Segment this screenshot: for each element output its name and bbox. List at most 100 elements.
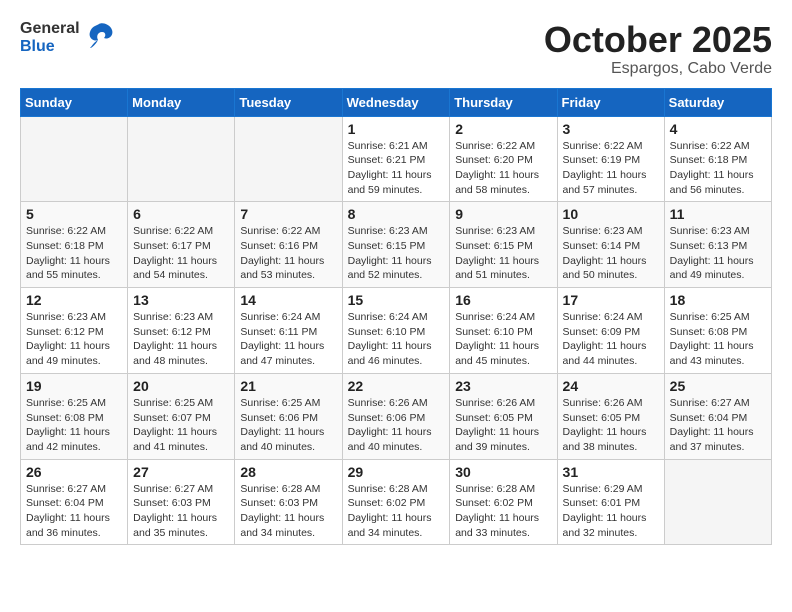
day-number: 1 xyxy=(348,121,445,137)
day-number: 8 xyxy=(348,206,445,222)
calendar-cell: 10 Sunrise: 6:23 AM Sunset: 6:14 PM Dayli… xyxy=(557,202,664,288)
day-number: 19 xyxy=(26,378,122,394)
day-info: Sunrise: 6:27 AM Sunset: 6:04 PM Dayligh… xyxy=(26,482,122,541)
day-number: 20 xyxy=(133,378,229,394)
day-number: 11 xyxy=(670,206,766,222)
day-number: 23 xyxy=(455,378,551,394)
calendar-header-row: SundayMondayTuesdayWednesdayThursdayFrid… xyxy=(21,88,772,116)
day-number: 25 xyxy=(670,378,766,394)
day-number: 27 xyxy=(133,464,229,480)
day-number: 12 xyxy=(26,292,122,308)
day-info: Sunrise: 6:22 AM Sunset: 6:18 PM Dayligh… xyxy=(26,224,122,283)
day-info: Sunrise: 6:29 AM Sunset: 6:01 PM Dayligh… xyxy=(563,482,659,541)
day-number: 24 xyxy=(563,378,659,394)
calendar-cell: 8 Sunrise: 6:23 AM Sunset: 6:15 PM Daylig… xyxy=(342,202,450,288)
day-number: 26 xyxy=(26,464,122,480)
day-info: Sunrise: 6:21 AM Sunset: 6:21 PM Dayligh… xyxy=(348,139,445,198)
month-title: October 2025 xyxy=(544,20,772,60)
day-info: Sunrise: 6:23 AM Sunset: 6:15 PM Dayligh… xyxy=(348,224,445,283)
day-info: Sunrise: 6:24 AM Sunset: 6:10 PM Dayligh… xyxy=(348,310,445,369)
day-number: 5 xyxy=(26,206,122,222)
logo-blue: Blue xyxy=(20,38,80,56)
day-info: Sunrise: 6:25 AM Sunset: 6:08 PM Dayligh… xyxy=(26,396,122,455)
day-info: Sunrise: 6:26 AM Sunset: 6:06 PM Dayligh… xyxy=(348,396,445,455)
calendar-cell: 22 Sunrise: 6:26 AM Sunset: 6:06 PM Dayli… xyxy=(342,373,450,459)
bird-icon xyxy=(84,22,114,54)
day-info: Sunrise: 6:25 AM Sunset: 6:07 PM Dayligh… xyxy=(133,396,229,455)
day-number: 18 xyxy=(670,292,766,308)
calendar-cell: 4Sunrise: 6:22 AM Sunset: 6:18 PM Daylig… xyxy=(664,116,771,202)
header-friday: Friday xyxy=(557,88,664,116)
title-block: October 2025 Espargos, Cabo Verde xyxy=(544,20,772,78)
day-info: Sunrise: 6:22 AM Sunset: 6:20 PM Dayligh… xyxy=(455,139,551,198)
day-number: 13 xyxy=(133,292,229,308)
calendar-cell: 21 Sunrise: 6:25 AM Sunset: 6:06 PM Dayli… xyxy=(235,373,342,459)
logo: General Blue xyxy=(20,20,114,56)
day-info: Sunrise: 6:28 AM Sunset: 6:02 PM Dayligh… xyxy=(455,482,551,541)
day-info: Sunrise: 6:23 AM Sunset: 6:12 PM Dayligh… xyxy=(26,310,122,369)
day-number: 9 xyxy=(455,206,551,222)
day-info: Sunrise: 6:25 AM Sunset: 6:08 PM Dayligh… xyxy=(670,310,766,369)
day-number: 21 xyxy=(240,378,336,394)
calendar-cell: 3Sunrise: 6:22 AM Sunset: 6:19 PM Daylig… xyxy=(557,116,664,202)
day-info: Sunrise: 6:26 AM Sunset: 6:05 PM Dayligh… xyxy=(455,396,551,455)
calendar-cell: 18 Sunrise: 6:25 AM Sunset: 6:08 PM Dayli… xyxy=(664,288,771,374)
day-number: 29 xyxy=(348,464,445,480)
day-info: Sunrise: 6:25 AM Sunset: 6:06 PM Dayligh… xyxy=(240,396,336,455)
calendar-cell: 26 Sunrise: 6:27 AM Sunset: 6:04 PM Dayli… xyxy=(21,459,128,545)
calendar-cell: 25 Sunrise: 6:27 AM Sunset: 6:04 PM Dayli… xyxy=(664,373,771,459)
calendar-cell: 17 Sunrise: 6:24 AM Sunset: 6:09 PM Dayli… xyxy=(557,288,664,374)
day-number: 2 xyxy=(455,121,551,137)
logo-general: General xyxy=(20,20,80,38)
day-number: 14 xyxy=(240,292,336,308)
calendar-week-3: 12 Sunrise: 6:23 AM Sunset: 6:12 PM Dayli… xyxy=(21,288,772,374)
calendar-cell: 5 Sunrise: 6:22 AM Sunset: 6:18 PM Daylig… xyxy=(21,202,128,288)
day-number: 6 xyxy=(133,206,229,222)
calendar-cell: 19 Sunrise: 6:25 AM Sunset: 6:08 PM Dayli… xyxy=(21,373,128,459)
day-number: 10 xyxy=(563,206,659,222)
day-info: Sunrise: 6:26 AM Sunset: 6:05 PM Dayligh… xyxy=(563,396,659,455)
calendar-cell: 6Sunrise: 6:22 AM Sunset: 6:17 PM Daylig… xyxy=(128,202,235,288)
day-number: 30 xyxy=(455,464,551,480)
day-number: 28 xyxy=(240,464,336,480)
calendar-cell: 27 Sunrise: 6:27 AM Sunset: 6:03 PM Dayli… xyxy=(128,459,235,545)
day-info: Sunrise: 6:22 AM Sunset: 6:19 PM Dayligh… xyxy=(563,139,659,198)
day-info: Sunrise: 6:22 AM Sunset: 6:16 PM Dayligh… xyxy=(240,224,336,283)
day-info: Sunrise: 6:24 AM Sunset: 6:09 PM Dayligh… xyxy=(563,310,659,369)
calendar-week-2: 5 Sunrise: 6:22 AM Sunset: 6:18 PM Daylig… xyxy=(21,202,772,288)
day-number: 31 xyxy=(563,464,659,480)
calendar-cell: 29Sunrise: 6:28 AM Sunset: 6:02 PM Dayli… xyxy=(342,459,450,545)
calendar-table: SundayMondayTuesdayWednesdayThursdayFrid… xyxy=(20,88,772,546)
day-number: 17 xyxy=(563,292,659,308)
day-number: 4 xyxy=(670,121,766,137)
calendar-cell: 28 Sunrise: 6:28 AM Sunset: 6:03 PM Dayli… xyxy=(235,459,342,545)
header-saturday: Saturday xyxy=(664,88,771,116)
calendar-cell: 2 Sunrise: 6:22 AM Sunset: 6:20 PM Daylig… xyxy=(450,116,557,202)
day-info: Sunrise: 6:24 AM Sunset: 6:11 PM Dayligh… xyxy=(240,310,336,369)
day-info: Sunrise: 6:23 AM Sunset: 6:13 PM Dayligh… xyxy=(670,224,766,283)
location-subtitle: Espargos, Cabo Verde xyxy=(544,60,772,78)
day-info: Sunrise: 6:24 AM Sunset: 6:10 PM Dayligh… xyxy=(455,310,551,369)
calendar-cell: 1 Sunrise: 6:21 AM Sunset: 6:21 PM Daylig… xyxy=(342,116,450,202)
day-info: Sunrise: 6:27 AM Sunset: 6:04 PM Dayligh… xyxy=(670,396,766,455)
day-info: Sunrise: 6:27 AM Sunset: 6:03 PM Dayligh… xyxy=(133,482,229,541)
calendar-cell: 31 Sunrise: 6:29 AM Sunset: 6:01 PM Dayli… xyxy=(557,459,664,545)
calendar-cell: 23 Sunrise: 6:26 AM Sunset: 6:05 PM Dayli… xyxy=(450,373,557,459)
day-info: Sunrise: 6:23 AM Sunset: 6:14 PM Dayligh… xyxy=(563,224,659,283)
header-wednesday: Wednesday xyxy=(342,88,450,116)
day-number: 15 xyxy=(348,292,445,308)
day-number: 16 xyxy=(455,292,551,308)
calendar-cell xyxy=(664,459,771,545)
day-info: Sunrise: 6:28 AM Sunset: 6:03 PM Dayligh… xyxy=(240,482,336,541)
day-number: 22 xyxy=(348,378,445,394)
calendar-week-1: 1 Sunrise: 6:21 AM Sunset: 6:21 PM Daylig… xyxy=(21,116,772,202)
page-header: General Blue October 2025 Espargos, Cabo… xyxy=(20,20,772,78)
header-sunday: Sunday xyxy=(21,88,128,116)
calendar-cell: 20 Sunrise: 6:25 AM Sunset: 6:07 PM Dayli… xyxy=(128,373,235,459)
header-thursday: Thursday xyxy=(450,88,557,116)
calendar-cell: 7Sunrise: 6:22 AM Sunset: 6:16 PM Daylig… xyxy=(235,202,342,288)
calendar-cell: 14 Sunrise: 6:24 AM Sunset: 6:11 PM Dayli… xyxy=(235,288,342,374)
logo-text: General Blue xyxy=(20,20,80,56)
calendar-cell xyxy=(128,116,235,202)
day-info: Sunrise: 6:23 AM Sunset: 6:12 PM Dayligh… xyxy=(133,310,229,369)
